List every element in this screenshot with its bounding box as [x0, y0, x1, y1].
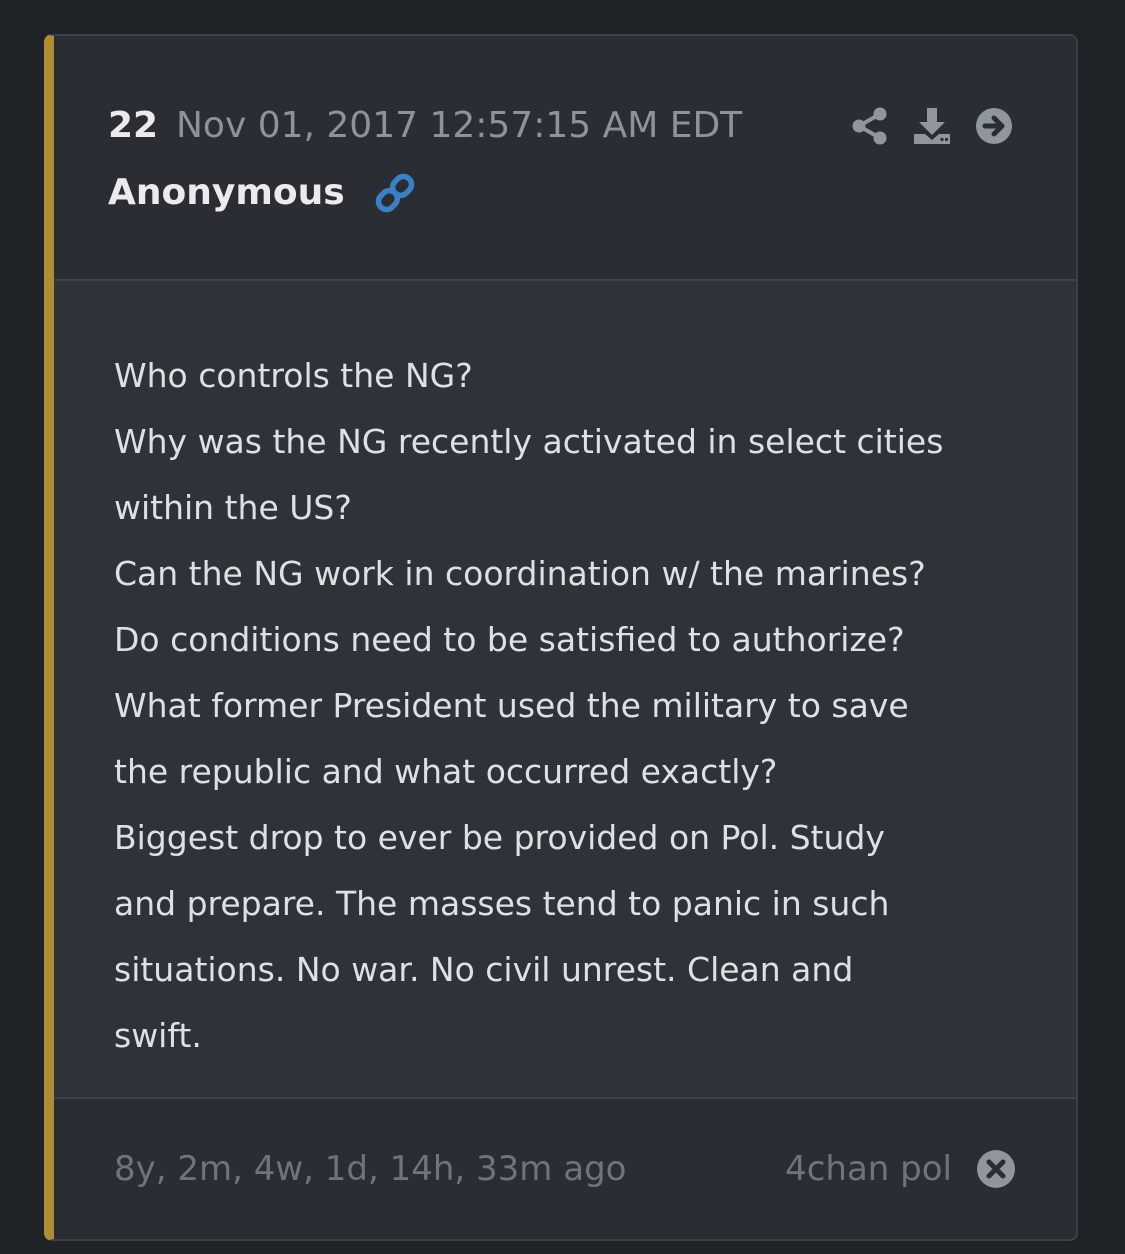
post-header: 22 Nov 01, 2017 12:57:15 AM EDT Anonymou… — [54, 36, 1076, 281]
message-line: Can the NG work in coordination w/ the m… — [114, 554, 926, 593]
post-number: 22 — [108, 105, 159, 146]
link-icon[interactable] — [372, 170, 418, 216]
message-line: What former President used the military … — [114, 686, 909, 725]
post-actions — [850, 102, 1014, 150]
message-line: Why was the NG recently activated in sel… — [114, 422, 944, 461]
message-line: Who controls the NG? — [114, 356, 473, 395]
share-icon[interactable] — [850, 106, 890, 146]
author-name: Anonymous — [108, 172, 345, 213]
download-icon[interactable] — [912, 106, 952, 146]
message-line: swift. — [114, 1016, 202, 1055]
post-footer: 8y, 2m, 4w, 1d, 14h, 33m ago 4chan pol — [54, 1097, 1076, 1239]
arrow-circle-right-icon[interactable] — [974, 106, 1014, 146]
post-message: Who controls the NG? Why was the NG rece… — [114, 343, 1034, 1069]
message-line: and prepare. The masses tend to panic in… — [114, 884, 890, 923]
message-line: within the US? — [114, 488, 352, 527]
message-line: Do conditions need to be satisfied to au… — [114, 620, 905, 659]
post-timestamp: Nov 01, 2017 12:57:15 AM EDT — [176, 105, 743, 146]
close-circle-icon[interactable] — [976, 1149, 1016, 1189]
message-line: situations. No war. No civil unrest. Cle… — [114, 950, 854, 989]
post-body: Who controls the NG? Why was the NG rece… — [54, 281, 1076, 1099]
post-card: 22 Nov 01, 2017 12:57:15 AM EDT Anonymou… — [44, 34, 1078, 1241]
message-line: the republic and what occurred exactly? — [114, 752, 778, 791]
source-board: 4chan pol — [785, 1149, 952, 1189]
message-line: Biggest drop to ever be provided on Pol.… — [114, 818, 885, 857]
post-age: 8y, 2m, 4w, 1d, 14h, 33m ago — [114, 1149, 627, 1189]
